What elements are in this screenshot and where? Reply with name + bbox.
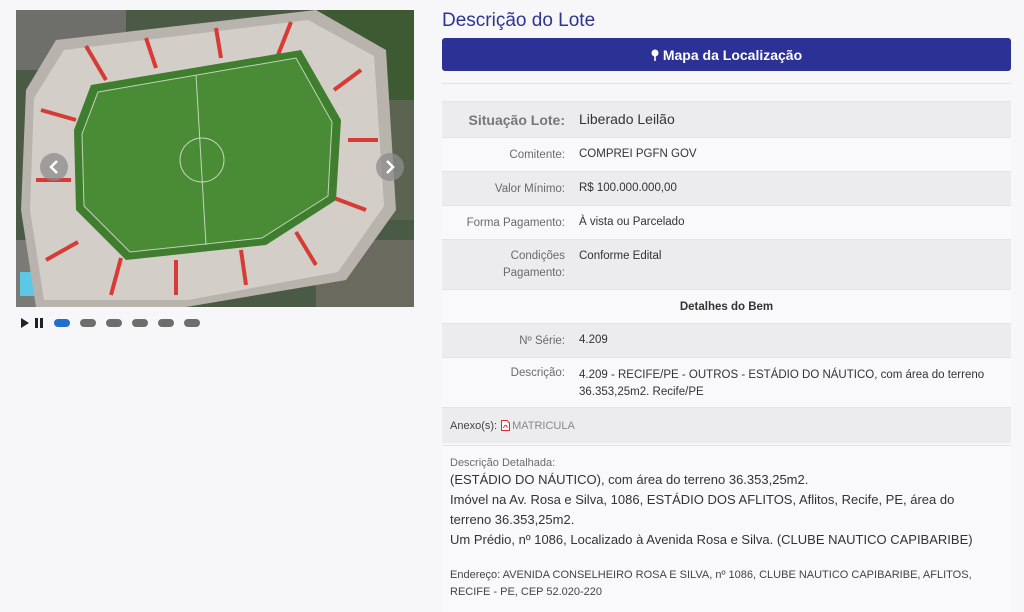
comitente-value: COMPREI PGFN GOV	[579, 148, 697, 160]
gallery-next-button[interactable]	[376, 153, 404, 181]
detail-line: terreno 36.353,25m2.	[450, 512, 575, 527]
anexos-label: Anexo(s):	[450, 419, 498, 432]
gallery-dot[interactable]	[158, 319, 174, 327]
divider	[442, 83, 1011, 84]
map-button-label: Mapa da Localização	[662, 46, 803, 63]
pause-icon	[35, 318, 43, 328]
pagamento-label-line: Pagamento:	[502, 267, 565, 279]
attachment-link-matricula[interactable]: MATRICULA	[512, 420, 575, 432]
forma-pagamento-label: Forma Pagamento:	[466, 216, 565, 229]
chevron-right-icon	[386, 160, 395, 174]
pause-button[interactable]	[34, 317, 44, 329]
detail-line: Imóvel na Av. Rosa e Silva, 1086, ESTÁDI…	[450, 492, 955, 507]
row-condicoes-pagamento: Condições Pagamento: Conforme Edital	[442, 239, 1011, 289]
numero-serie-value: 4.209	[579, 334, 608, 346]
play-button[interactable]	[20, 317, 30, 329]
gallery-dot[interactable]	[80, 319, 96, 327]
row-descricao: Descrição: 4.209 - RECIFE/PE - OUTROS - …	[442, 357, 1011, 407]
condicoes-pagamento-label: Condições Pagamento:	[442, 248, 572, 282]
detail-line: Um Prédio, nº 1086, Localizado à Avenida…	[450, 532, 973, 547]
forma-pagamento-value: À vista ou Parcelado	[579, 216, 685, 228]
descricao-line: 4.209 - RECIFE/PE - OUTROS - ESTÁDIO DO …	[579, 369, 985, 381]
row-situacao: Situação Lote: Liberado Leilão	[442, 101, 1011, 137]
condicoes-label-line: Condições	[510, 250, 565, 262]
pdf-file-icon	[501, 420, 511, 431]
valor-minimo-value: R$ 100.000.000,00	[579, 182, 677, 194]
descricao-detalhada: Descrição Detalhada: (ESTÁDIO DO NÁUTICO…	[442, 445, 1011, 612]
numero-serie-label: Nº Série:	[519, 334, 565, 347]
gallery-dot[interactable]	[54, 319, 70, 327]
page-title: Descrição do Lote	[442, 10, 596, 31]
play-icon	[21, 318, 29, 328]
descricao-value: 4.209 - RECIFE/PE - OUTROS - ESTÁDIO DO …	[572, 367, 1011, 401]
detalhes-do-bem-heading: Detalhes do Bem	[442, 289, 1011, 323]
comitente-label: Comitente:	[509, 148, 565, 161]
row-forma-pagamento: Forma Pagamento: À vista ou Parcelado	[442, 205, 1011, 239]
gallery-dot[interactable]	[132, 319, 148, 327]
map-pin-icon	[651, 49, 659, 61]
row-comitente: Comitente: COMPREI PGFN GOV	[442, 137, 1011, 171]
row-numero-serie: Nº Série: 4.209	[442, 323, 1011, 357]
situacao-value: Liberado Leilão	[579, 111, 675, 127]
photo-gallery[interactable]	[16, 10, 414, 307]
chevron-left-icon	[49, 160, 58, 174]
map-location-button[interactable]: Mapa da Localização	[442, 38, 1011, 71]
row-anexos: Anexo(s): MATRICULA	[442, 407, 1011, 443]
lot-details-table: Situação Lote: Liberado Leilão Comitente…	[442, 101, 1011, 443]
gallery-dot[interactable]	[106, 319, 122, 327]
gallery-dot[interactable]	[184, 319, 200, 327]
endereco-line: RECIFE - PE, CEP 52.020-220	[450, 586, 603, 598]
gallery-controls	[20, 316, 210, 330]
detail-line: (ESTÁDIO DO NÁUTICO), com área do terren…	[450, 472, 809, 487]
endereco-text: Endereço: AVENIDA CONSELHEIRO ROSA E SIL…	[450, 567, 1003, 601]
condicoes-pagamento-value: Conforme Edital	[579, 250, 662, 262]
stadium-aerial-photo	[16, 10, 414, 307]
descricao-detalhada-label: Descrição Detalhada:	[450, 457, 556, 469]
row-valor-minimo: Valor Mínimo: R$ 100.000.000,00	[442, 171, 1011, 205]
gallery-prev-button[interactable]	[40, 153, 68, 181]
situacao-label: Situação Lote:	[468, 111, 565, 128]
endereco-line: Endereço: AVENIDA CONSELHEIRO ROSA E SIL…	[450, 569, 972, 581]
descricao-label: Descrição:	[510, 367, 565, 379]
descricao-line: 36.353,25m2. Recife/PE	[579, 386, 704, 398]
valor-minimo-label: Valor Mínimo:	[494, 182, 565, 195]
